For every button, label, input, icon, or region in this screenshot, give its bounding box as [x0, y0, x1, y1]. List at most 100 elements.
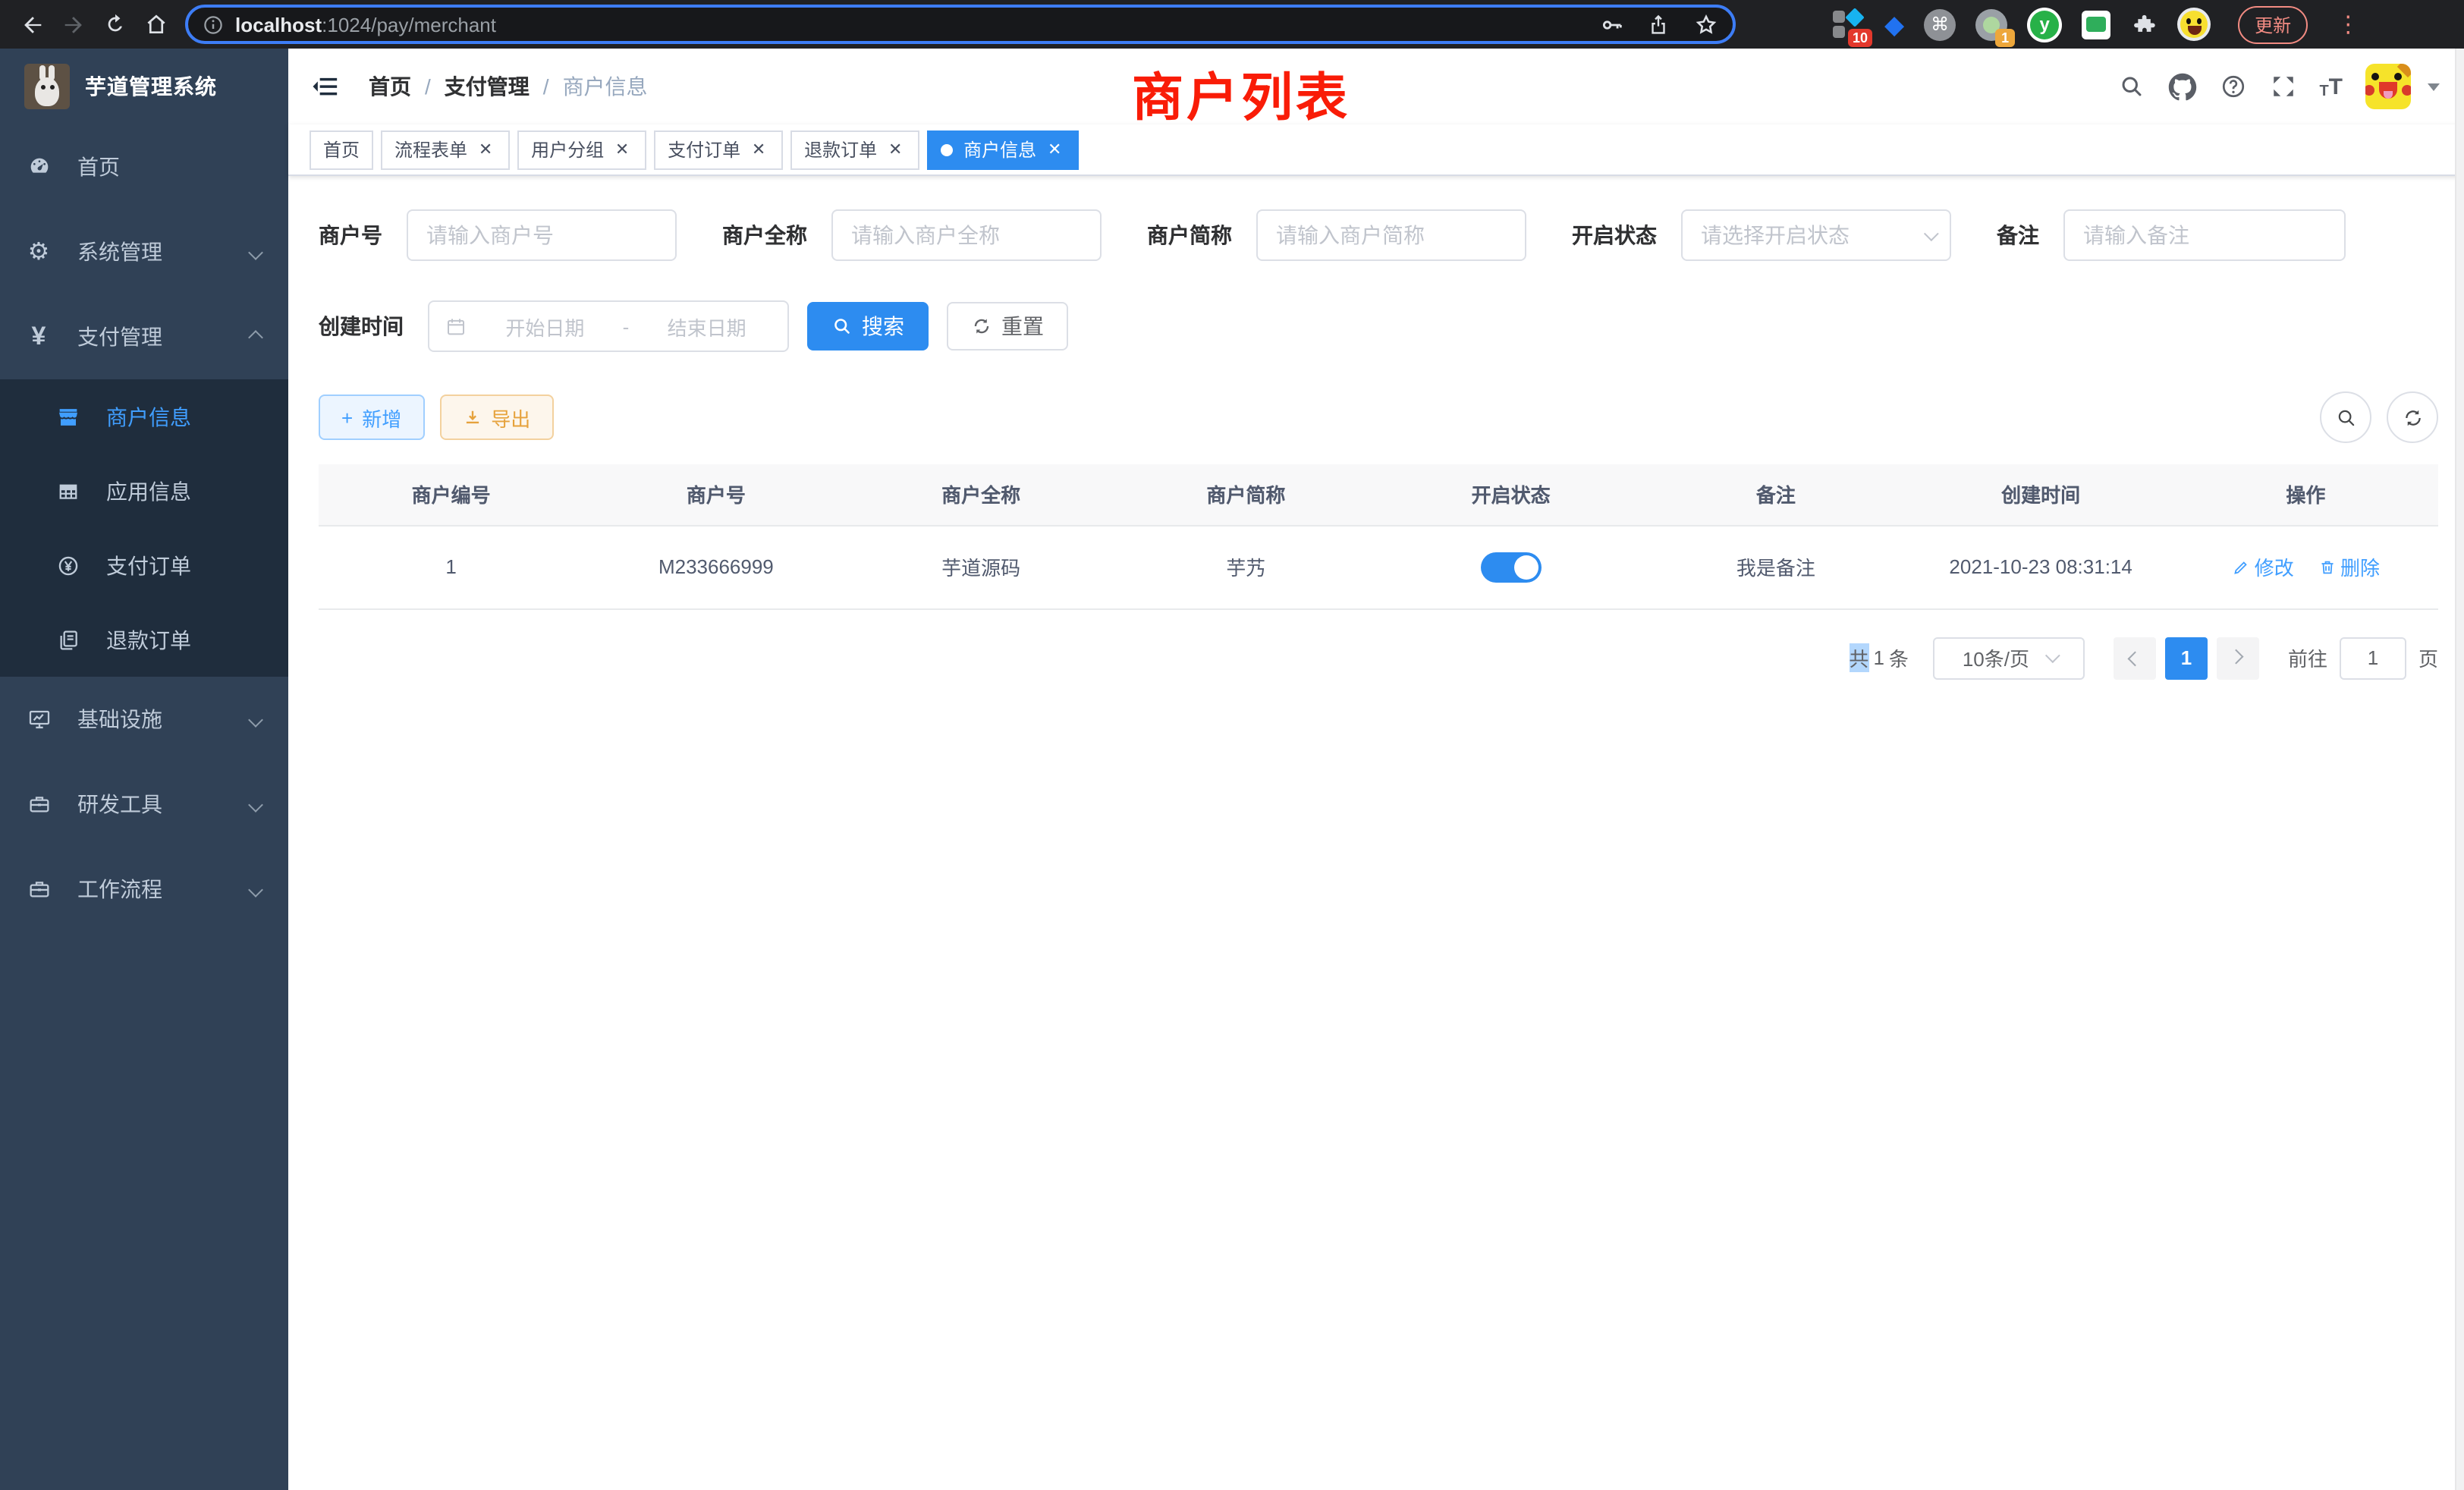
bookmark-star-icon[interactable] [1687, 11, 1724, 37]
cell-merchant-no: M233666999 [583, 525, 848, 608]
tags-view: 首页 流程表单✕ 用户分组✕ 支付订单✕ 退款订单✕ 商户信息✕ [288, 124, 2464, 176]
chevron-down-icon [1924, 225, 1939, 240]
refresh-table-button[interactable] [2387, 391, 2438, 443]
user-avatar[interactable] [2365, 64, 2411, 109]
address-bar[interactable]: localhost:1024/pay/merchant [185, 5, 1736, 44]
browser-update-button[interactable]: 更新 [2238, 5, 2308, 43]
share-icon[interactable] [1640, 12, 1677, 36]
sidebar-item-refund-order[interactable]: 退款订单 [0, 602, 288, 677]
close-icon[interactable]: ✕ [885, 140, 906, 159]
breadcrumb-payment[interactable]: 支付管理 [445, 71, 530, 102]
extension-command-icon[interactable]: ⌘ [1924, 8, 1956, 40]
search-icon [831, 316, 853, 337]
cell-status [1378, 525, 1643, 608]
merchant-no-input[interactable] [407, 209, 677, 261]
browser-home-button[interactable] [135, 5, 176, 44]
gem-glyph: ◆ [1884, 11, 1904, 37]
breadcrumb-home[interactable]: 首页 [369, 71, 411, 102]
extension-gem-icon[interactable]: ◆ [1884, 11, 1904, 37]
tab-refund-order[interactable]: 退款订单✕ [790, 130, 919, 169]
delete-link[interactable]: 删除 [2318, 552, 2380, 581]
sidebar-item-app-info[interactable]: 应用信息 [0, 454, 288, 528]
tab-user-group[interactable]: 用户分组✕ [517, 130, 646, 169]
github-icon[interactable] [2167, 72, 2196, 101]
next-page-button[interactable] [2217, 637, 2259, 679]
sidebar-item-system[interactable]: ⚙ 系统管理 [0, 209, 288, 294]
password-key-icon[interactable] [1593, 11, 1630, 37]
total-count: 1 [1873, 646, 1884, 669]
store-icon [55, 404, 80, 429]
browser-menu-icon[interactable]: ⋮ [2337, 11, 2352, 38]
filter-label: 备注 [1997, 220, 2039, 250]
fullscreen-icon[interactable] [2269, 73, 2296, 100]
edit-link[interactable]: 修改 [2232, 552, 2294, 581]
extension-y-icon[interactable]: y [2027, 7, 2062, 42]
status-select[interactable]: 请选择开启状态 [1681, 209, 1951, 261]
close-icon[interactable]: ✕ [1044, 140, 1065, 159]
sidebar-item-infrastructure[interactable]: 基础设施 [0, 677, 288, 762]
filter-label: 商户号 [319, 220, 382, 250]
rabbit-eye-left [41, 85, 46, 90]
remark-input[interactable] [2063, 209, 2346, 261]
site-info-icon[interactable] [202, 13, 225, 36]
tab-pay-order[interactable]: 支付订单✕ [654, 130, 783, 169]
extensions-puzzle-icon[interactable] [2130, 11, 2158, 38]
navbar-actions: TT [2117, 64, 2440, 109]
extension-circle-icon[interactable]: 1 [1975, 8, 2007, 40]
profile-avatar-icon[interactable] [2177, 8, 2211, 41]
browser-reload-button[interactable] [94, 5, 135, 44]
sidebar-item-merchant-info[interactable]: 商户信息 [0, 379, 288, 454]
sidebar-item-dev-tools[interactable]: 研发工具 [0, 762, 288, 847]
col-full-name: 商户全称 [849, 464, 1114, 525]
tab-process-form[interactable]: 流程表单✕ [381, 130, 510, 169]
filter-label: 创建时间 [319, 311, 404, 341]
full-name-input[interactable] [831, 209, 1102, 261]
breadcrumb-separator: / [425, 74, 431, 99]
scrollbar[interactable] [2455, 49, 2464, 1490]
sidebar-collapse-button[interactable] [311, 71, 344, 102]
toggle-search-button[interactable] [2320, 391, 2371, 443]
total-prefix: 共 [1849, 643, 1868, 672]
browser-toolbar: localhost:1024/pay/merchant 10 ◆ ⌘ [0, 0, 2464, 49]
header-search-icon[interactable] [2117, 73, 2145, 100]
date-range-picker[interactable]: 开始日期 - 结束日期 [428, 300, 789, 352]
short-name-input[interactable] [1256, 209, 1526, 261]
add-button[interactable]: + 新增 [319, 395, 424, 440]
page-1-button[interactable]: 1 [2165, 637, 2208, 679]
col-merchant-no: 商户号 [583, 464, 848, 525]
page-size-select[interactable]: 10条/页 [1933, 637, 2085, 679]
close-icon[interactable]: ✕ [475, 140, 496, 159]
close-icon[interactable]: ✕ [748, 140, 769, 159]
sidebar: 芋道管理系统 首页 ⚙ 系统管理 ¥ 支付管理 [0, 49, 288, 1490]
tab-label: 首页 [323, 137, 360, 162]
close-icon[interactable]: ✕ [611, 140, 633, 159]
tab-home[interactable]: 首页 [310, 130, 373, 169]
sidebar-item-payment[interactable]: ¥ 支付管理 [0, 294, 288, 379]
browser-back-button[interactable] [12, 5, 53, 44]
breadcrumb: 首页 / 支付管理 / 商户信息 [369, 71, 648, 102]
page-size-value: 10条/页 [1963, 643, 2029, 672]
calendar-icon [445, 315, 467, 338]
extension-sketch-icon[interactable]: 10 [1833, 8, 1865, 40]
sidebar-item-label: 基础设施 [77, 704, 162, 734]
y-glyph: y [2030, 10, 2059, 39]
export-button[interactable]: 导出 [439, 395, 553, 440]
search-button[interactable]: 搜索 [807, 302, 929, 350]
pagination: 共 1 条 10条/页 1 前往 页 [319, 637, 2438, 679]
font-size-icon[interactable]: TT [2319, 74, 2343, 99]
sidebar-item-pay-order[interactable]: 支付订单 [0, 528, 288, 602]
tab-merchant-info[interactable]: 商户信息✕ [927, 130, 1079, 169]
help-icon[interactable] [2219, 73, 2246, 100]
extension-badge-one: 1 [1995, 28, 2015, 46]
status-toggle-on[interactable] [1481, 552, 1542, 582]
prev-page-button[interactable] [2114, 637, 2156, 679]
avatar-caret-down-icon[interactable] [2428, 83, 2440, 90]
sidebar-item-home[interactable]: 首页 [0, 124, 288, 209]
screen: localhost:1024/pay/merchant 10 ◆ ⌘ [0, 0, 2464, 1490]
reset-button[interactable]: 重置 [947, 302, 1068, 350]
browser-forward-button[interactable] [53, 5, 94, 44]
sidebar-logo[interactable]: 芋道管理系统 [0, 49, 288, 124]
goto-page-input[interactable] [2340, 637, 2406, 679]
extension-chat-icon[interactable] [2082, 10, 2110, 39]
sidebar-item-workflow[interactable]: 工作流程 [0, 847, 288, 932]
